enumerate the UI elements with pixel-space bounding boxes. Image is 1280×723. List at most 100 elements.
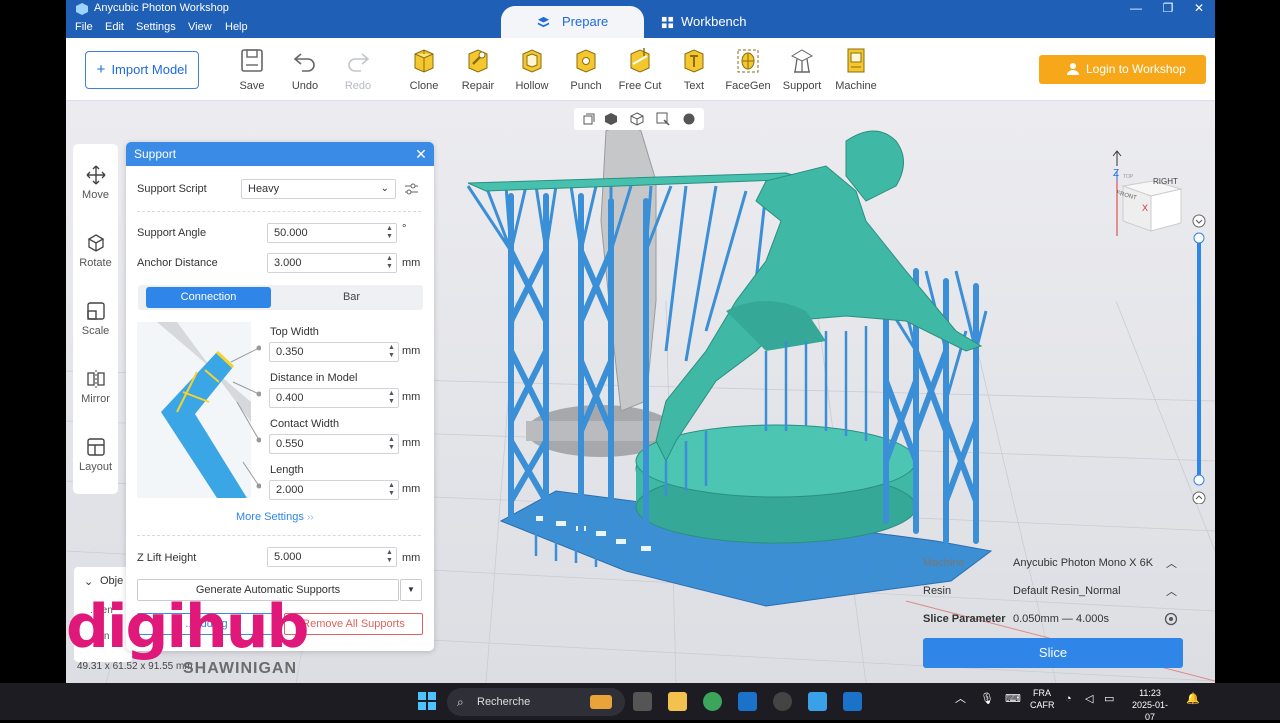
language-bottom: CAFR: [1030, 700, 1055, 710]
free-cut-button[interactable]: Free Cut: [613, 46, 667, 92]
close-icon[interactable]: ✕: [413, 142, 429, 166]
hollow-button[interactable]: Hollow: [505, 46, 559, 92]
machine-row[interactable]: Machine Anycubic Photon Mono X 6K ︿: [923, 554, 1183, 574]
obs-icon[interactable]: [773, 692, 792, 711]
view-cube[interactable]: Z X TOP FRONT RIGHT: [1112, 141, 1183, 262]
file-explorer-icon[interactable]: [668, 692, 687, 711]
tab-prepare[interactable]: Prepare: [501, 6, 644, 38]
sliders-icon[interactable]: [405, 183, 418, 195]
save-button[interactable]: Save: [225, 46, 279, 92]
clock[interactable]: 11:23 2025-01-07: [1128, 687, 1172, 723]
scale-tool[interactable]: Scale: [73, 300, 118, 337]
spin-arrows-icon[interactable]: ▲ ▼: [388, 482, 396, 498]
spin-arrows-icon[interactable]: ▲ ▼: [388, 390, 396, 406]
photon-workshop-icon[interactable]: [808, 692, 827, 711]
menu-file[interactable]: File: [75, 21, 93, 33]
menu-edit[interactable]: Edit: [105, 21, 124, 33]
undo-label: Undo: [291, 80, 319, 92]
facegen-label: FaceGen: [725, 80, 771, 92]
spin-arrows-icon[interactable]: ▲ ▼: [386, 225, 394, 241]
spin-arrows-icon[interactable]: ▲ ▼: [386, 255, 394, 271]
menu-view[interactable]: View: [188, 21, 212, 33]
maximize-button[interactable]: ❐: [1153, 0, 1183, 17]
length-label: Length: [270, 464, 304, 476]
spin-arrows-icon[interactable]: ▲ ▼: [388, 344, 396, 360]
contact-width-input[interactable]: 0.550 ▲ ▼: [269, 434, 399, 454]
free-cut-label: Free Cut: [618, 80, 662, 92]
wireframe-cube-icon[interactable]: [630, 112, 644, 126]
volume-icon[interactable]: ◁: [1085, 693, 1093, 705]
chevron-up-icon[interactable]: ︿: [955, 693, 966, 705]
text-button[interactable]: Text: [667, 46, 721, 92]
chevron-down-icon: ⌄: [380, 183, 389, 194]
cube-view-icon[interactable]: [604, 112, 618, 126]
support-angle-input[interactable]: 50.000 ▲ ▼: [267, 223, 397, 243]
wifi-icon[interactable]: ◔: [1065, 693, 1072, 705]
facegen-button[interactable]: FaceGen: [721, 46, 775, 92]
z-lift-height-input[interactable]: 5.000 ▲ ▼: [267, 547, 397, 567]
spin-arrows-icon[interactable]: ▲ ▼: [386, 549, 394, 565]
menu-settings[interactable]: Settings: [136, 21, 176, 33]
undo-icon: [293, 53, 315, 72]
microphone-icon[interactable]: 🎙: [980, 693, 994, 705]
bar-tab[interactable]: Bar: [289, 287, 414, 308]
machine-button[interactable]: Machine: [829, 46, 883, 92]
facegen-icon: [737, 49, 759, 73]
slice-parameter-row[interactable]: Slice Parameter 0.050mm — 4.000s: [923, 610, 1183, 630]
redo-button[interactable]: Redo: [331, 46, 385, 92]
import-model-button[interactable]: + Import Model: [85, 51, 199, 89]
layer-slider[interactable]: [1190, 214, 1208, 505]
keyboard-icon[interactable]: ⌨: [1005, 693, 1021, 705]
move-tool[interactable]: Move: [73, 164, 118, 201]
generate-options-dropdown[interactable]: ▼: [400, 579, 422, 601]
chevron-down-icon[interactable]: ⌄: [84, 575, 93, 588]
connection-tab[interactable]: Connection: [146, 287, 271, 308]
resin-row[interactable]: Resin Default Resin_Normal ︿: [923, 582, 1183, 602]
app-title: Anycubic Photon Workshop: [94, 2, 229, 14]
double-chevron-right-icon: ››: [306, 512, 314, 523]
battery-icon[interactable]: ▭: [1104, 693, 1114, 705]
distance-in-model-value: 0.400: [276, 392, 304, 404]
chrome-icon[interactable]: [703, 692, 722, 711]
support-button[interactable]: Support: [775, 46, 829, 92]
machine-value: Anycubic Photon Mono X 6K: [1013, 557, 1154, 569]
main-toolbar: + Import Model Save Undo Redo Clone Repai…: [66, 38, 1215, 101]
mirror-tool[interactable]: Mirror: [73, 368, 118, 405]
perspective-view-icon[interactable]: [582, 112, 596, 126]
support-script-select[interactable]: Heavy ⌄: [241, 179, 396, 199]
undo-button[interactable]: Undo: [278, 46, 332, 92]
layout-tool[interactable]: Layout: [73, 436, 118, 473]
menu-help[interactable]: Help: [225, 21, 248, 33]
outlook-icon[interactable]: [738, 692, 757, 711]
punch-button[interactable]: Punch: [559, 46, 613, 92]
minimize-button[interactable]: —: [1121, 0, 1151, 17]
shading-sphere-icon[interactable]: [682, 112, 696, 126]
repair-button[interactable]: Repair: [451, 46, 505, 92]
anchor-distance-input[interactable]: 3.000 ▲ ▼: [267, 253, 397, 273]
select-box-icon[interactable]: [656, 112, 670, 126]
clone-button[interactable]: Clone: [397, 46, 451, 92]
distance-in-model-input[interactable]: 0.400 ▲ ▼: [269, 388, 399, 408]
close-window-button[interactable]: ✕: [1184, 0, 1214, 17]
chevron-up-icon: ︿: [1166, 558, 1177, 570]
language-indicator[interactable]: FRA CAFR: [1030, 687, 1055, 711]
tab-workbench[interactable]: Workbench: [651, 6, 771, 38]
length-input[interactable]: 2.000 ▲ ▼: [269, 480, 399, 500]
top-width-input[interactable]: 0.350 ▲ ▼: [269, 342, 399, 362]
rotate-tool[interactable]: Rotate: [73, 232, 118, 269]
contact-width-label: Contact Width: [270, 418, 340, 430]
taskbar-search[interactable]: ⌕ Recherche: [447, 688, 625, 716]
login-to-workshop-button[interactable]: Login to Workshop: [1039, 55, 1206, 84]
notification-bell-icon[interactable]: 🔔: [1186, 693, 1200, 705]
axis-x-label: X: [1142, 203, 1149, 213]
slice-parameter-value: 0.050mm — 4.000s: [1013, 613, 1109, 625]
spin-arrows-icon[interactable]: ▲ ▼: [388, 436, 396, 452]
settings-icon[interactable]: [1164, 612, 1178, 626]
mail-icon[interactable]: [843, 692, 862, 711]
redo-icon: [348, 53, 370, 72]
slice-button[interactable]: Slice: [923, 638, 1183, 668]
resin-value: Default Resin_Normal: [1013, 585, 1121, 597]
more-settings-link[interactable]: More Settings ››: [236, 511, 314, 523]
windows-start-icon[interactable]: [418, 692, 436, 710]
app-cube-icon[interactable]: [633, 692, 652, 711]
